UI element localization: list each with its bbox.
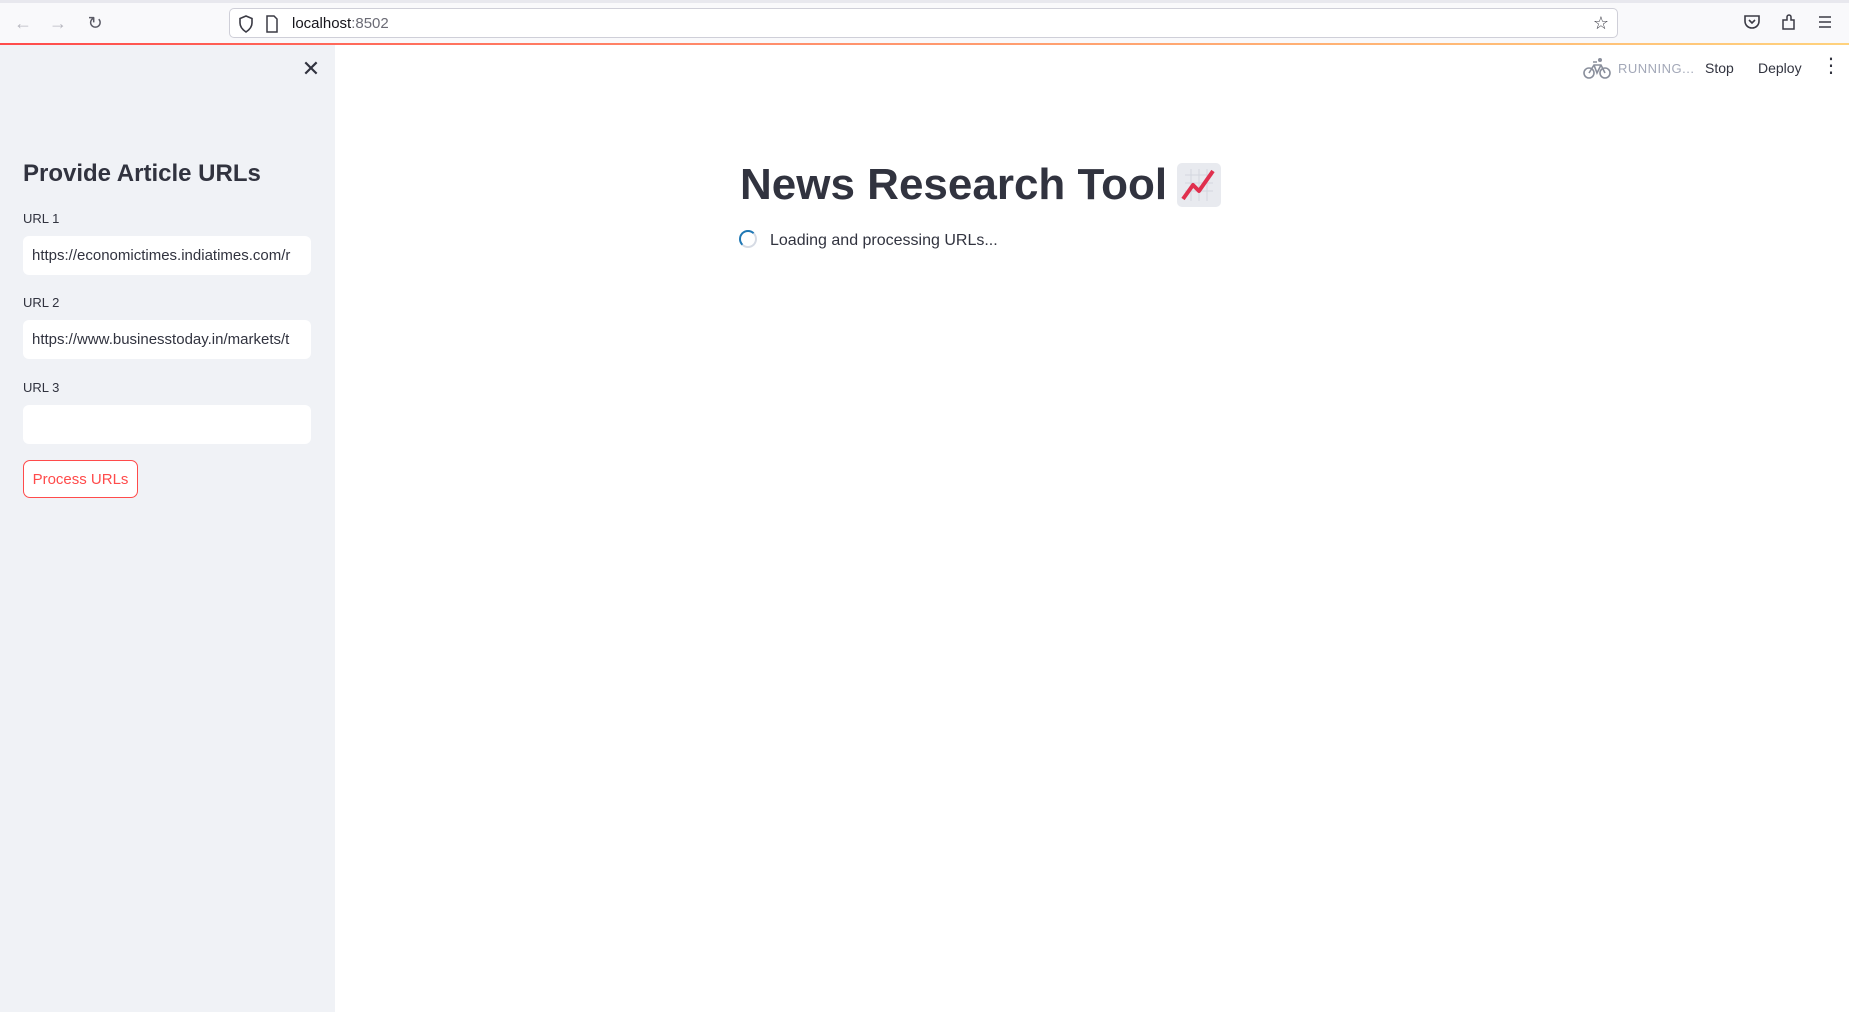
browser-toolbar: ← → ↻ localhost:8502 ☆ xyxy=(0,0,1849,44)
url-3-input[interactable] xyxy=(23,405,311,444)
page-title-text: News Research Tool xyxy=(740,160,1168,209)
tab-strip-edge xyxy=(0,0,1849,3)
stop-button[interactable]: Stop xyxy=(1705,60,1734,76)
back-icon[interactable]: ← xyxy=(10,10,36,36)
url-text: localhost:8502 xyxy=(292,15,389,32)
page-title: News Research Tool xyxy=(740,160,1222,210)
url-2-label: URL 2 xyxy=(23,295,60,310)
address-bar[interactable]: localhost:8502 ☆ xyxy=(229,8,1618,38)
url-2-input[interactable]: https://www.businesstoday.in/markets/t xyxy=(23,320,311,359)
sidebar xyxy=(0,44,335,1012)
reload-icon[interactable]: ↻ xyxy=(82,10,108,36)
loading-status-text: Loading and processing URLs... xyxy=(770,232,998,249)
pocket-icon[interactable] xyxy=(1742,12,1762,32)
bicycle-icon xyxy=(1583,58,1611,79)
url-1-label: URL 1 xyxy=(23,211,60,226)
loading-spinner-icon xyxy=(739,230,757,248)
page-icon xyxy=(266,15,278,33)
url-3-label: URL 3 xyxy=(23,380,60,395)
running-status: RUNNING... xyxy=(1618,61,1695,76)
sidebar-title: Provide Article URLs xyxy=(23,160,261,187)
hamburger-menu-icon[interactable] xyxy=(1815,12,1835,32)
chart-increasing-icon xyxy=(1177,163,1222,207)
shield-icon xyxy=(239,15,253,33)
forward-icon[interactable]: → xyxy=(45,10,71,36)
process-urls-button[interactable]: Process URLs xyxy=(23,460,138,498)
extensions-icon[interactable] xyxy=(1779,12,1799,32)
running-progress-line xyxy=(0,43,1849,45)
bookmark-star-icon[interactable]: ☆ xyxy=(1593,13,1609,34)
deploy-button[interactable]: Deploy xyxy=(1758,60,1802,76)
main-menu-icon[interactable]: ⋮ xyxy=(1821,56,1841,76)
url-1-input[interactable]: https://economictimes.indiatimes.com/r xyxy=(23,236,311,275)
close-sidebar-icon[interactable]: ✕ xyxy=(301,58,321,80)
